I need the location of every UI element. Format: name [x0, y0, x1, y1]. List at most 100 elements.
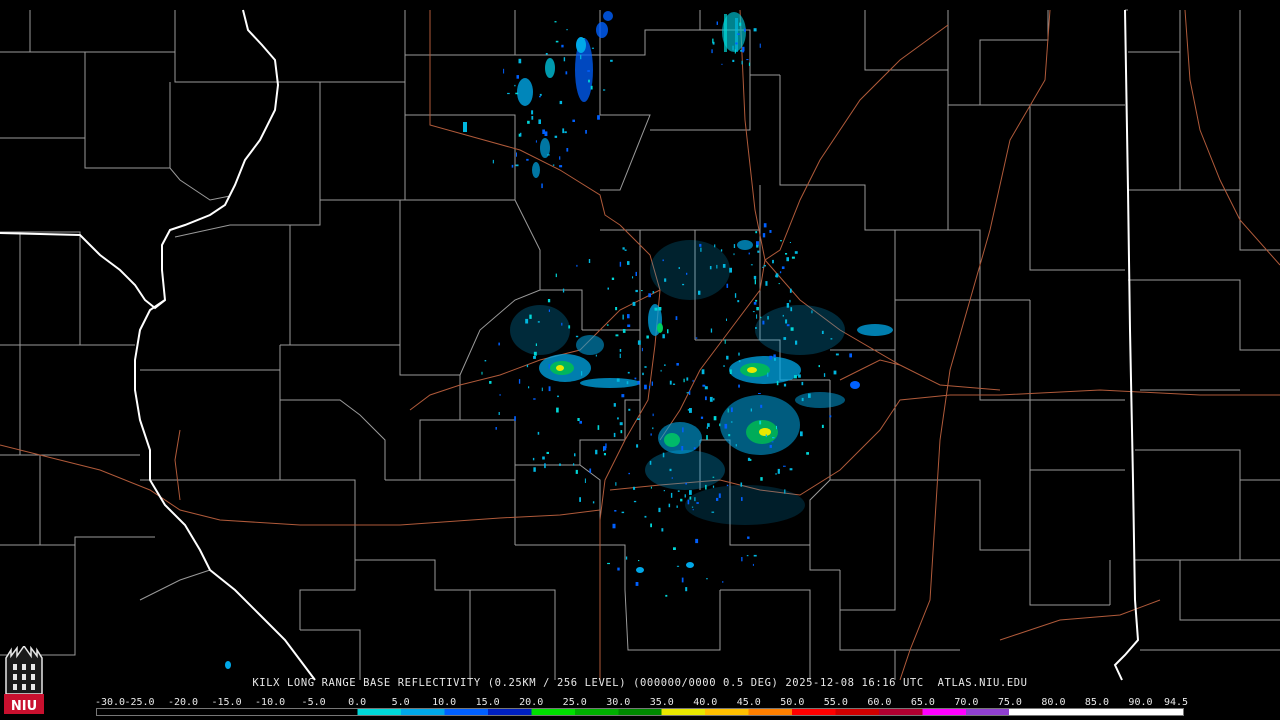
radar-speckle	[542, 456, 545, 460]
scale-label: 94.5	[1163, 697, 1189, 708]
radar-speckle	[634, 377, 637, 380]
radar-speckle	[685, 587, 688, 592]
radar-speckle	[628, 472, 630, 475]
radar-speckle	[739, 22, 742, 26]
radar-speckle	[722, 581, 724, 583]
radar-speckle	[518, 58, 522, 64]
radar-speckle	[533, 467, 536, 472]
radar-speckle	[755, 231, 758, 234]
radar-speckle	[713, 416, 717, 421]
radar-speckle	[619, 422, 623, 426]
radar-speckle	[737, 33, 740, 35]
radar-speckle	[849, 353, 852, 358]
radar-speckle	[689, 390, 691, 395]
radar-speckle	[680, 498, 683, 502]
radar-speckle	[795, 340, 798, 345]
radar-speckle	[646, 335, 649, 339]
radar-speckle	[698, 290, 701, 295]
radar-speckle	[616, 378, 620, 382]
radar-speckle	[615, 482, 617, 486]
radar-speckle	[706, 435, 708, 440]
radar-speckle	[632, 301, 636, 306]
scale-label: 0.0	[348, 697, 367, 708]
radar-speckle	[747, 457, 751, 461]
radar-speckle	[750, 264, 753, 266]
radar-speckle	[789, 299, 791, 303]
radar-speckle	[590, 85, 593, 90]
radar-speckle	[635, 289, 638, 293]
radar-speckle	[808, 393, 811, 398]
radar-speckle	[552, 164, 555, 166]
radar-speckle	[695, 337, 698, 339]
radar-speckle	[531, 110, 534, 115]
radar-speckle	[733, 253, 735, 256]
radar-speckle	[722, 264, 726, 268]
radar-speckle	[627, 314, 630, 319]
radar-speckle	[579, 497, 581, 502]
radar-speckle	[706, 578, 708, 580]
radar-speckle	[833, 370, 837, 375]
radar-speckle	[755, 327, 757, 329]
scale-label: 20.0	[519, 697, 544, 708]
radar-speckle	[765, 434, 767, 438]
radar-speckle	[821, 330, 824, 334]
radar-speckle	[619, 261, 622, 267]
radar-speckle	[789, 242, 791, 243]
radar-speckle	[581, 371, 583, 376]
scale-label: 90.0	[1128, 697, 1153, 708]
radar-speckle	[716, 497, 719, 501]
radar-speckle	[526, 364, 529, 368]
radar-speckle	[713, 398, 715, 401]
radar-speckle	[525, 318, 529, 324]
radar-speckle	[615, 307, 618, 311]
radar-speckle	[732, 45, 734, 51]
radar-speckle	[559, 156, 561, 160]
radar-speckle	[798, 374, 801, 378]
radar-speckle	[771, 441, 774, 443]
radar-speckle	[682, 427, 684, 433]
radar-speckle	[603, 453, 606, 456]
radar-speckle	[555, 273, 557, 278]
radar-speckle	[756, 314, 758, 319]
radar-speckle	[762, 320, 765, 325]
radar-speckle	[627, 324, 631, 327]
radar-speckle	[769, 355, 773, 360]
radar-speckle	[706, 426, 708, 429]
scale-label: 5.0	[391, 697, 410, 708]
radar-speckle	[699, 243, 702, 247]
radar-speckle	[642, 372, 644, 376]
radar-speckle	[564, 131, 567, 134]
radar-speckle	[637, 418, 640, 420]
radar-speckle	[588, 259, 591, 263]
radar-speckle	[575, 335, 579, 338]
radar-speckle	[566, 148, 569, 152]
scale-label: 85.0	[1084, 697, 1109, 708]
radar-speckle	[546, 451, 549, 454]
radar-speckle	[835, 353, 839, 356]
radar-speckle	[610, 59, 613, 62]
radar-speckle	[777, 468, 780, 474]
radar-speckle	[518, 379, 521, 384]
radar-speckle	[762, 266, 764, 268]
radar-speckle	[663, 490, 665, 492]
radar-speckle	[775, 275, 778, 277]
radar-speckle	[597, 115, 600, 120]
radar-speckle	[728, 434, 731, 437]
radar-speckle	[740, 482, 743, 487]
radar-speckle	[527, 120, 530, 124]
radar-speckle	[533, 398, 536, 400]
radar-speckle	[538, 119, 541, 124]
radar-speckle	[741, 497, 743, 501]
radar-speckle	[726, 318, 727, 321]
radar-speckle	[748, 62, 751, 66]
radar-speckle	[772, 437, 775, 439]
radar-speckle	[532, 457, 535, 461]
radar-speckle	[514, 416, 516, 421]
radar-speckle	[709, 266, 712, 270]
scale-label: -25.0	[124, 697, 155, 708]
radar-speckle	[800, 431, 803, 437]
radar-speckle	[716, 21, 718, 25]
radar-speckle	[658, 307, 662, 311]
scale-label: 50.0	[780, 697, 805, 708]
radar-speckle	[775, 473, 777, 475]
